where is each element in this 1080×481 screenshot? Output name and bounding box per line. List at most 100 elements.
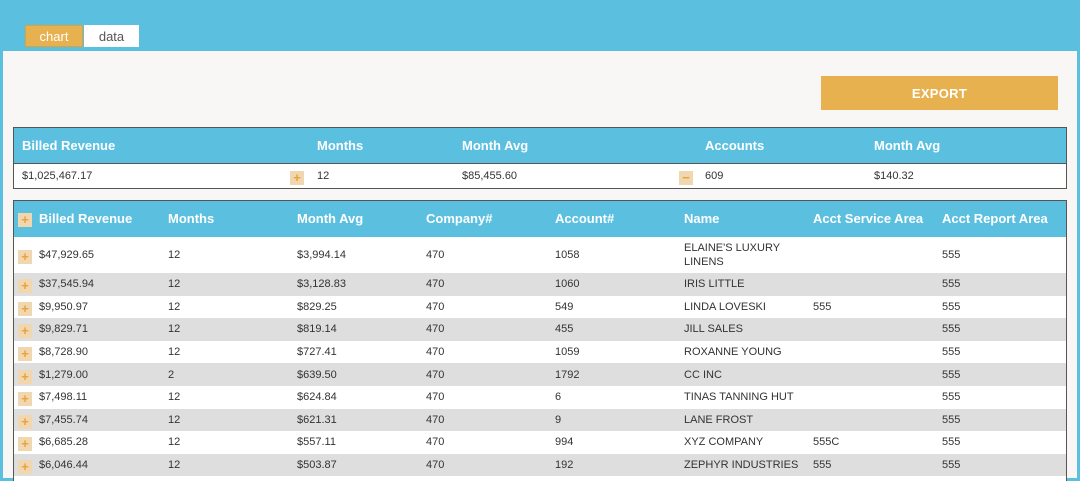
cell-month-avg: $3,128.83 <box>297 278 346 291</box>
table-row[interactable]: + $37,545.94 12 $3,128.83 470 1060 IRIS LITTLE… <box>14 273 1066 296</box>
expand-row-button[interactable]: + <box>18 250 32 264</box>
cell-months: 12 <box>168 459 181 472</box>
detail-rows: + $47,929.65 12 $3,994.14 470 1058 ELAINE'S LU… <box>14 237 1066 477</box>
cell-account: 9 <box>555 413 562 426</box>
cell-company: 470 <box>426 249 445 261</box>
table-row[interactable]: + $8,728.90 12 $727.41 470 1059 ROXANNE YOUNG 5… <box>14 341 1066 364</box>
tab-chart[interactable]: chart <box>25 25 83 47</box>
cell-months: 12 <box>168 249 181 261</box>
expand-row-button[interactable]: + <box>18 437 32 452</box>
cell-billed-revenue: $9,950.97 <box>39 300 88 313</box>
cell-report-area: 555 <box>942 323 961 336</box>
expand-row-button[interactable]: + <box>18 324 32 339</box>
summary-header-accounts: Accounts <box>705 138 765 153</box>
cell-months: 12 <box>168 391 181 404</box>
table-row[interactable]: + $6,046.44 12 $503.87 470 192 ZEPHYR INDUSTRI… <box>14 453 1066 477</box>
cell-name: IRIS LITTLE <box>684 278 745 291</box>
cell-billed-revenue: $6,685.28 <box>39 436 88 449</box>
expand-months-button[interactable]: + <box>290 171 304 185</box>
cell-name: LINDA LOVESKI <box>684 300 766 313</box>
detail-header-name[interactable]: Name <box>684 201 719 237</box>
cell-report-area: 555 <box>942 459 961 472</box>
tab-data[interactable]: data <box>84 25 139 47</box>
cell-name: LANE FROST <box>684 413 754 426</box>
cell-company: 470 <box>426 413 445 426</box>
cell-month-avg: $3,994.14 <box>297 249 346 261</box>
cell-month-avg: $557.11 <box>297 436 336 449</box>
cell-service-area: 555 <box>813 300 832 313</box>
cell-billed-revenue: $1,279.00 <box>39 368 88 381</box>
detail-header-billed-revenue[interactable]: Billed Revenue <box>39 201 132 237</box>
top-bar: chart data <box>3 3 1077 51</box>
detail-header-report-area[interactable]: Acct Report Area <box>942 201 1048 237</box>
cell-name: TINAS TANNING HUT <box>684 391 794 404</box>
expand-row-button[interactable]: + <box>18 414 32 429</box>
cell-report-area: 555 <box>942 249 961 261</box>
detail-header-account[interactable]: Account# <box>555 201 614 237</box>
summary-header: Billed Revenue Months Month Avg Accounts… <box>14 128 1066 164</box>
cell-month-avg: $639.50 <box>297 368 337 381</box>
cell-company: 470 <box>426 368 445 381</box>
expand-all-button[interactable]: + <box>18 213 32 227</box>
cell-account: 994 <box>555 436 574 449</box>
detail-header-month-avg[interactable]: Month Avg <box>297 201 363 237</box>
expand-row-button[interactable]: + <box>18 279 32 294</box>
summary-header-account-month-avg: Month Avg <box>874 138 941 153</box>
cell-company: 470 <box>426 391 445 404</box>
cell-account: 1059 <box>555 346 580 359</box>
cell-months: 12 <box>168 323 181 336</box>
cell-month-avg: $727.41 <box>297 346 337 359</box>
cell-name: ZEPHYR INDUSTRIES <box>684 459 799 472</box>
cell-report-area: 555 <box>942 368 961 381</box>
cell-name: XYZ COMPANY <box>684 436 764 449</box>
cell-month-avg: $819.14 <box>297 323 337 336</box>
table-row[interactable]: + $9,829.71 12 $819.14 470 455 JILL SALES 555 <box>14 318 1066 341</box>
collapse-accounts-button[interactable]: − <box>679 171 693 185</box>
summary-month-avg: $85,455.60 <box>462 170 518 182</box>
cell-months: 12 <box>168 436 181 449</box>
cell-months: 12 <box>168 346 181 359</box>
cell-company: 470 <box>426 300 445 313</box>
expand-row-button[interactable]: + <box>18 301 32 316</box>
cell-account: 1792 <box>555 368 580 381</box>
table-row[interactable]: + $9,950.97 12 $829.25 470 549 LINDA LOVESKI 55… <box>14 296 1066 319</box>
table-row[interactable]: + $47,929.65 12 $3,994.14 470 1058 ELAINE'S LU… <box>14 237 1066 273</box>
table-row[interactable]: + $7,455.74 12 $621.31 470 9 LANE FROST 555 <box>14 408 1066 432</box>
cell-month-avg: $624.84 <box>297 391 337 404</box>
cell-billed-revenue: $9,829.71 <box>39 323 88 336</box>
cell-name: ELAINE'S LUXURY LINENS <box>684 242 780 268</box>
detail-header-months[interactable]: Months <box>168 201 214 237</box>
cell-billed-revenue: $7,455.74 <box>39 413 88 426</box>
expand-row-button[interactable]: + <box>18 460 32 475</box>
cell-billed-revenue: $7,498.11 <box>39 391 88 404</box>
table-row[interactable]: + $1,279.00 2 $639.50 470 1792 CC INC 555 <box>14 363 1066 386</box>
summary-account-month-avg: $140.32 <box>874 170 914 182</box>
cell-account: 192 <box>555 459 574 472</box>
cell-name: ROXANNE YOUNG <box>684 346 782 359</box>
cell-billed-revenue: $6,046.44 <box>39 459 88 472</box>
expand-row-button[interactable]: + <box>18 347 32 362</box>
cell-report-area: 555 <box>942 346 961 359</box>
expand-row-button[interactable]: + <box>18 369 32 384</box>
detail-header-service-area[interactable]: Acct Service Area <box>813 201 923 237</box>
summary-header-month-avg: Month Avg <box>462 138 529 153</box>
cell-account: 455 <box>555 323 574 336</box>
summary-header-billed-revenue: Billed Revenue <box>22 138 116 153</box>
table-row[interactable]: + $7,498.11 12 $624.84 470 6 TINAS TANNING HUT… <box>14 386 1066 409</box>
cell-company: 470 <box>426 278 445 291</box>
cell-report-area: 555 <box>942 391 961 404</box>
cell-service-area: 555C <box>813 436 840 449</box>
detail-header-company[interactable]: Company# <box>426 201 492 237</box>
cell-billed-revenue: $37,545.94 <box>39 278 95 291</box>
cell-report-area: 555 <box>942 300 961 313</box>
cell-company: 470 <box>426 323 445 336</box>
cell-service-area: 555 <box>813 459 832 472</box>
cell-billed-revenue: $8,728.90 <box>39 346 88 359</box>
cell-company: 470 <box>426 436 445 449</box>
table-row[interactable]: + $6,685.28 12 $557.11 470 994 XYZ COMPANY 555C… <box>14 431 1066 454</box>
cell-month-avg: $829.25 <box>297 300 337 313</box>
cell-account: 1060 <box>555 278 580 291</box>
export-button[interactable]: EXPORT <box>821 76 1058 110</box>
expand-row-button[interactable]: + <box>18 392 32 407</box>
detail-header: + Billed Revenue Months Month Avg Compan… <box>14 201 1066 237</box>
